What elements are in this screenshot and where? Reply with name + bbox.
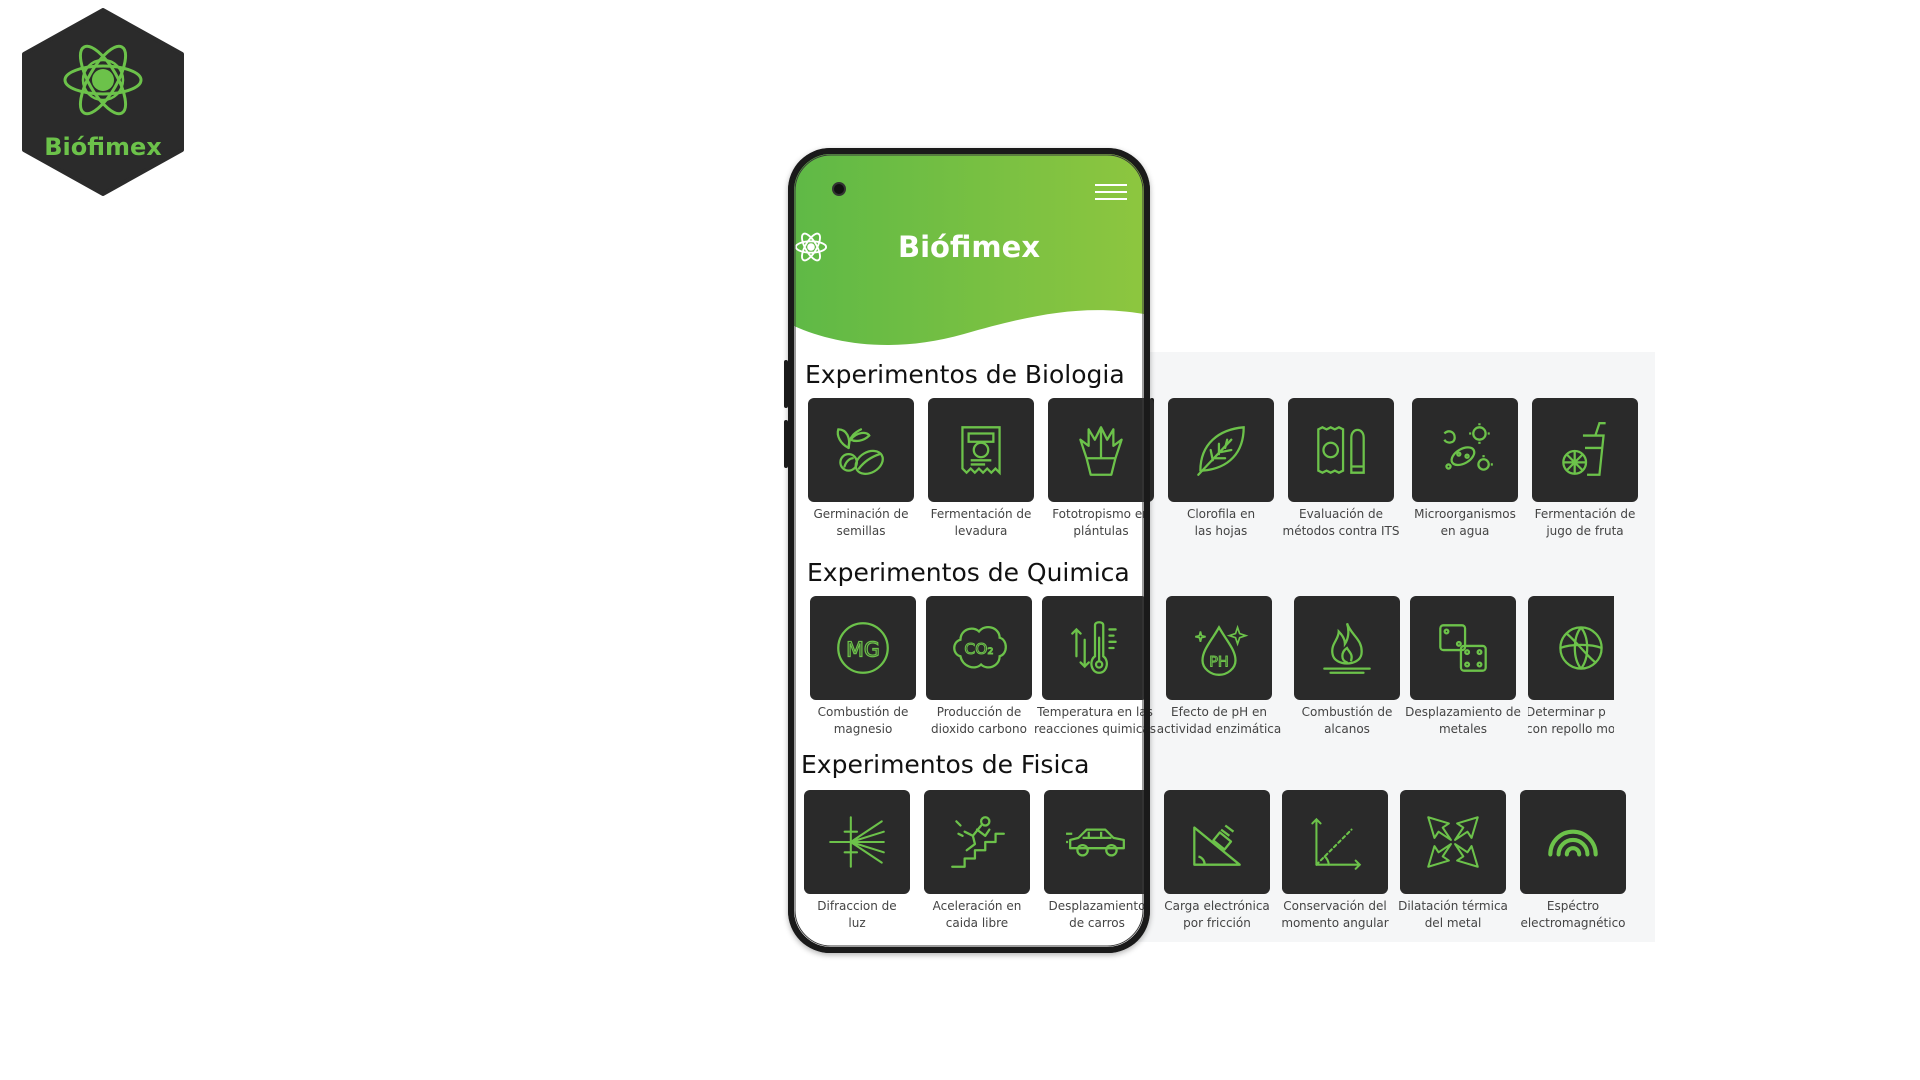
experiment-caption-line: Combustión de [1301,705,1393,719]
hexagon-logo-icon [22,8,184,196]
experiment-caption: Desplazamiento de metales [1398,704,1528,738]
experiment-tile[interactable]: Dilatación térmica del metal [1398,790,1508,932]
experiment-caption-line: metales [1438,722,1488,736]
experiment-tile[interactable]: Conservación del momento angular [1281,790,1389,932]
experiment-icon-box[interactable] [1410,596,1516,700]
experiment-icon-box[interactable]: PH [1166,596,1272,700]
experiment-caption-line: con repollo mo [1528,722,1614,736]
experiment-caption: Carga electrónica por fricción [1152,898,1282,932]
experiment-caption-line: electromagnético [1520,916,1626,930]
experiment-caption: Determinar p con repollo mo [1528,704,1614,738]
experiment-caption-line: Fermentación de [1534,507,1636,521]
experiment-caption-line: actividad enzimática [1156,722,1282,736]
experiment-caption-line: Microorganismos [1414,507,1516,521]
experiment-tile[interactable]: Fermentación de jugo de fruta [1532,398,1638,540]
rainbow-icon [1548,829,1598,857]
experiment-caption: Fermentación de jugo de fruta [1520,506,1650,540]
experiment-tile[interactable]: Evaluación de métodos contra ITS [1283,398,1399,540]
incline-friction-icon [1193,824,1241,866]
leaf-icon [1197,426,1245,476]
microbes-icon [1443,423,1493,471]
stage: Biófimex Biófimex Experimentos de Biolog… [0,0,1920,1080]
condom-icon [1317,426,1365,474]
flame-icon [1323,622,1371,674]
corner-logo: Biófimex [20,8,186,196]
ph-drop-icon: PH [1195,624,1249,676]
angle-axes-icon [1311,817,1362,870]
experiment-caption-line: Carga electrónica [1164,899,1270,913]
experiment-caption-line: Efecto de pH en [1171,705,1267,719]
experiment-icon-box[interactable] [1168,398,1274,502]
metal-blocks-icon [1439,624,1487,672]
experiment-icon-box[interactable] [1294,596,1400,700]
experiment-icon-box[interactable] [1520,790,1626,894]
experiment-caption-line: Espéctro [1546,899,1600,913]
experiment-caption-line: por fricción [1183,916,1251,930]
expansion-arrows-icon [1427,816,1479,868]
experiment-tile[interactable]: Clorofila en las hojas [1168,398,1274,540]
experiment-icon-box[interactable] [1288,398,1394,502]
experiment-caption: Espéctro electromagnético [1508,898,1638,932]
juice-icon [1562,422,1606,476]
experiment-caption: Microorganismos en agua [1400,506,1530,540]
experiment-tile[interactable]: Carga electrónica por fricción [1164,790,1270,932]
svg-text:PH: PH [1209,655,1229,671]
experiment-caption-line: jugo de fruta [1546,524,1624,538]
corner-logo-label: Biófimex [44,133,162,161]
experiment-caption-line: Conservación del [1283,899,1387,913]
experiment-caption-line: en agua [1440,524,1490,538]
experiment-caption: Dilatación térmica del metal [1388,898,1518,932]
experiment-icon-box[interactable] [1412,398,1518,502]
experiment-icon-box[interactable] [1528,596,1614,700]
experiment-caption-line: Determinar p [1528,705,1606,719]
experiment-caption-line: las hojas [1194,524,1248,538]
experiment-tile[interactable]: Espéctro electromagnético [1520,790,1626,932]
clipped-tile-wrapper: Determinar p con repollo mo [1528,596,1614,746]
experiment-caption-line: del metal [1424,916,1482,930]
experiment-caption: Efecto de pH en actividad enzimática [1154,704,1284,738]
cabbage-icon [1559,626,1603,670]
experiment-caption-line: Dilatación térmica [1398,899,1508,913]
experiment-tile[interactable]: Combustión de alcanos [1294,596,1400,738]
experiment-tile[interactable]: Determinar p con repollo mo [1528,596,1614,738]
experiment-caption: Clorofila en las hojas [1156,506,1286,540]
experiment-icon-box[interactable] [1400,790,1506,894]
experiment-caption-line: momento angular [1281,916,1389,930]
experiment-tile[interactable]: Microorganismos en agua [1412,398,1518,540]
experiment-caption-line: Clorofila en [1186,507,1256,521]
experiment-caption: Conservación del momento angular [1270,898,1400,932]
experiment-icon-box[interactable] [1282,790,1388,894]
experiment-tile[interactable]: Desplazamiento de metales [1405,596,1521,738]
experiment-caption-line: alcanos [1324,722,1370,736]
experiment-caption-line: Desplazamiento de [1405,705,1521,719]
experiment-caption-line: métodos contra ITS [1282,524,1400,538]
experiment-icon-box[interactable] [1164,790,1270,894]
experiment-caption-line: Evaluación de [1298,507,1384,521]
experiment-icon-box[interactable] [1532,398,1638,502]
experiment-caption: Evaluación de métodos contra ITS [1276,506,1406,540]
phone-bezel-overlay [788,148,1150,953]
experiment-caption: Combustión de alcanos [1282,704,1412,738]
experiment-tile[interactable]: PH Efecto de pH en actividad enzimática [1157,596,1281,738]
